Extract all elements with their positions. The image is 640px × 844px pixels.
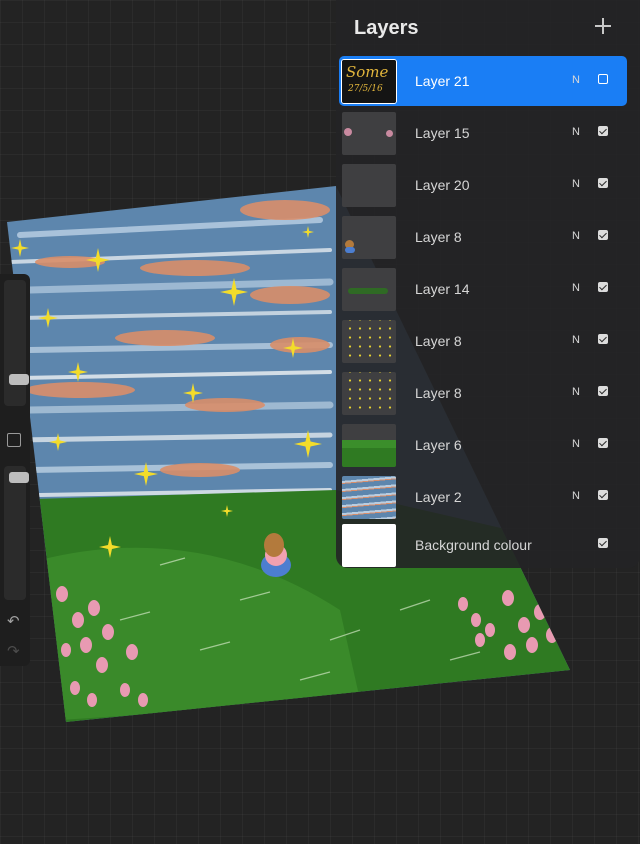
blend-mode-button[interactable]: N [572, 334, 580, 346]
checkbox-icon[interactable] [598, 334, 608, 344]
layer-row[interactable]: Background colour [339, 520, 627, 570]
layer-row[interactable]: Layer 6 N [339, 420, 627, 470]
modify-button[interactable] [7, 433, 21, 447]
layer-name: Layer 21 [415, 73, 470, 89]
signature-line2: 27/5/16 [348, 84, 383, 94]
layer-row[interactable]: Layer 8 N [339, 368, 627, 418]
layer-row[interactable]: Layer 20 N [339, 160, 627, 210]
opacity-thumb[interactable] [9, 472, 29, 483]
layer-row[interactable]: Layer 15 N [339, 108, 627, 158]
layer-name: Layer 14 [415, 281, 470, 297]
checkbox-icon[interactable] [598, 178, 608, 188]
layer-row[interactable]: Layer 8 N [339, 212, 627, 262]
layer-name: Layer 8 [415, 385, 462, 401]
layer-thumbnail[interactable] [342, 524, 396, 567]
layer-thumbnail[interactable] [342, 320, 396, 363]
layer-name: Layer 2 [415, 489, 462, 505]
layers-panel: Layers Some 27/5/16 Layer 21 N Layer 15 … [336, 0, 640, 568]
checkbox-icon[interactable] [598, 386, 608, 396]
opacity-slider[interactable] [4, 466, 29, 600]
layer-row[interactable]: Layer 2 N [339, 472, 627, 522]
layer-name: Layer 8 [415, 229, 462, 245]
layer-thumbnail[interactable] [342, 476, 396, 519]
checkbox-icon[interactable] [598, 74, 608, 84]
layer-name: Layer 6 [415, 437, 462, 453]
layer-thumbnail[interactable] [342, 424, 396, 467]
checkbox-icon[interactable] [598, 438, 608, 448]
blend-mode-button[interactable]: N [572, 74, 580, 86]
layer-row[interactable]: Layer 14 N [339, 264, 627, 314]
checkbox-icon[interactable] [598, 126, 608, 136]
layer-name: Layer 8 [415, 333, 462, 349]
layer-row[interactable]: Some 27/5/16 Layer 21 N [339, 56, 627, 106]
undo-icon[interactable]: ↶ [7, 614, 20, 629]
layer-thumbnail[interactable] [342, 268, 396, 311]
blend-mode-button[interactable]: N [572, 282, 580, 294]
blend-mode-button[interactable]: N [572, 126, 580, 138]
layer-name: Layer 20 [415, 177, 470, 193]
blend-mode-button[interactable]: N [572, 386, 580, 398]
checkbox-icon[interactable] [598, 230, 608, 240]
plus-icon[interactable] [594, 17, 612, 35]
layer-thumbnail[interactable]: Some 27/5/16 [341, 59, 397, 104]
blend-mode-button[interactable]: N [572, 178, 580, 190]
layer-thumbnail[interactable] [342, 164, 396, 207]
blend-mode-button[interactable]: N [572, 438, 580, 450]
panel-title: Layers [354, 17, 419, 39]
layer-name: Layer 15 [415, 125, 470, 141]
checkbox-icon[interactable] [598, 282, 608, 292]
blend-mode-button[interactable]: N [572, 490, 580, 502]
checkbox-icon[interactable] [598, 538, 608, 548]
brush-size-slider[interactable] [4, 280, 29, 406]
brush-size-thumb[interactable] [9, 374, 29, 385]
blend-mode-button[interactable]: N [572, 230, 580, 242]
signature-line1: Some [346, 63, 389, 81]
brush-sidebar: ↶ ↶ [0, 274, 30, 666]
redo-icon[interactable]: ↶ [7, 643, 20, 660]
layer-thumbnail[interactable] [342, 216, 396, 259]
layer-name: Background colour [415, 537, 532, 553]
layer-row[interactable]: Layer 8 N [339, 316, 627, 366]
layer-thumbnail[interactable] [342, 112, 396, 155]
checkbox-icon[interactable] [598, 490, 608, 500]
layer-thumbnail[interactable] [342, 372, 396, 415]
